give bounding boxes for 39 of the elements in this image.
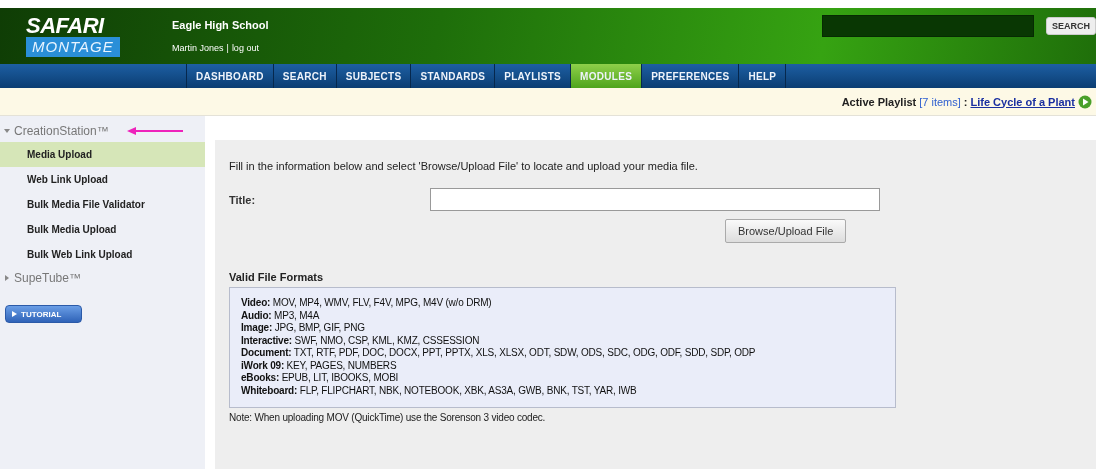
separator: | xyxy=(226,43,229,53)
title-input[interactable] xyxy=(430,188,880,211)
note-text: Note: When uploading MOV (QuickTime) use the Sorenson 3 video codec. xyxy=(229,412,547,423)
sidebar-section[interactable]: SupeTube™ xyxy=(0,267,205,289)
sidebar-item[interactable]: Bulk Media File Validator xyxy=(0,192,205,217)
format-line: Whiteboard: FLP, FLIPCHART, NBK, NOTEBOOK, XBK, AS3A, GWB, BNK, TST, YAR, IWB xyxy=(241,384,638,397)
user-name: Martin Jones xyxy=(172,43,224,53)
caret-down-icon xyxy=(4,128,10,134)
format-line: Document: TXT, RTF, PDF, DOC, DOCX, PPT, PPTX, XLS, XLSX, ODT, SDW, ODS, SDC, ODG, ODF, SDD, SDP, ODP xyxy=(241,347,757,360)
title-label: Title: xyxy=(229,193,257,206)
tutorial-button[interactable]: TUTORIAL xyxy=(5,305,82,323)
format-line: iWork 09: KEY, PAGES, NUMBERS xyxy=(241,359,398,372)
format-line: Audio: MP3, M4A xyxy=(241,309,321,322)
playlist-link[interactable]: Life Cycle of a Plant xyxy=(970,95,1075,108)
caret-right-icon xyxy=(4,275,10,281)
play-icon xyxy=(12,311,17,317)
item-count: [7 items] xyxy=(919,95,961,108)
format-line: Interactive: SWF, NMO, CSP, KML, KMZ, CSSESSION xyxy=(241,334,481,347)
logo-text: SAFARI xyxy=(26,15,104,37)
sidebar-item[interactable]: Bulk Web Link Upload xyxy=(0,242,205,267)
sidebar-item[interactable]: Web Link Upload xyxy=(0,167,205,192)
format-line: eBooks: EPUB, LIT, IBOOKS, MOBI xyxy=(241,372,400,385)
browse-upload-button[interactable]: Browse/Upload File xyxy=(725,219,847,243)
instructions-text: Fill in the information below and select 'Browse/Upload File' to locate and upload your media file. xyxy=(229,160,699,172)
play-icon[interactable] xyxy=(1078,94,1092,109)
school-name: Eagle High School xyxy=(172,19,269,31)
sidebar-section[interactable]: CreationStation™ xyxy=(0,120,205,142)
logo-subtitle: MONTAGE xyxy=(26,37,120,57)
sidebar-item[interactable]: Media Upload xyxy=(0,142,205,167)
playlist-label: Active Playlist xyxy=(841,95,917,108)
format-line: Image: JPG, BMP, GIF, PNG xyxy=(241,322,366,335)
arrow-icon xyxy=(126,127,183,135)
search-button[interactable]: SEARCH xyxy=(1046,17,1096,35)
format-line: Video: MOV, MP4, WMV, FLV, F4V, MPG, M4V (w/o DRM) xyxy=(241,297,493,310)
formats-heading: Valid File Formats xyxy=(229,271,325,283)
colon: : xyxy=(963,95,968,108)
search-field[interactable] xyxy=(822,15,1034,37)
sidebar-item[interactable]: Bulk Media Upload xyxy=(0,217,205,242)
logout-link[interactable]: log out xyxy=(231,43,259,53)
